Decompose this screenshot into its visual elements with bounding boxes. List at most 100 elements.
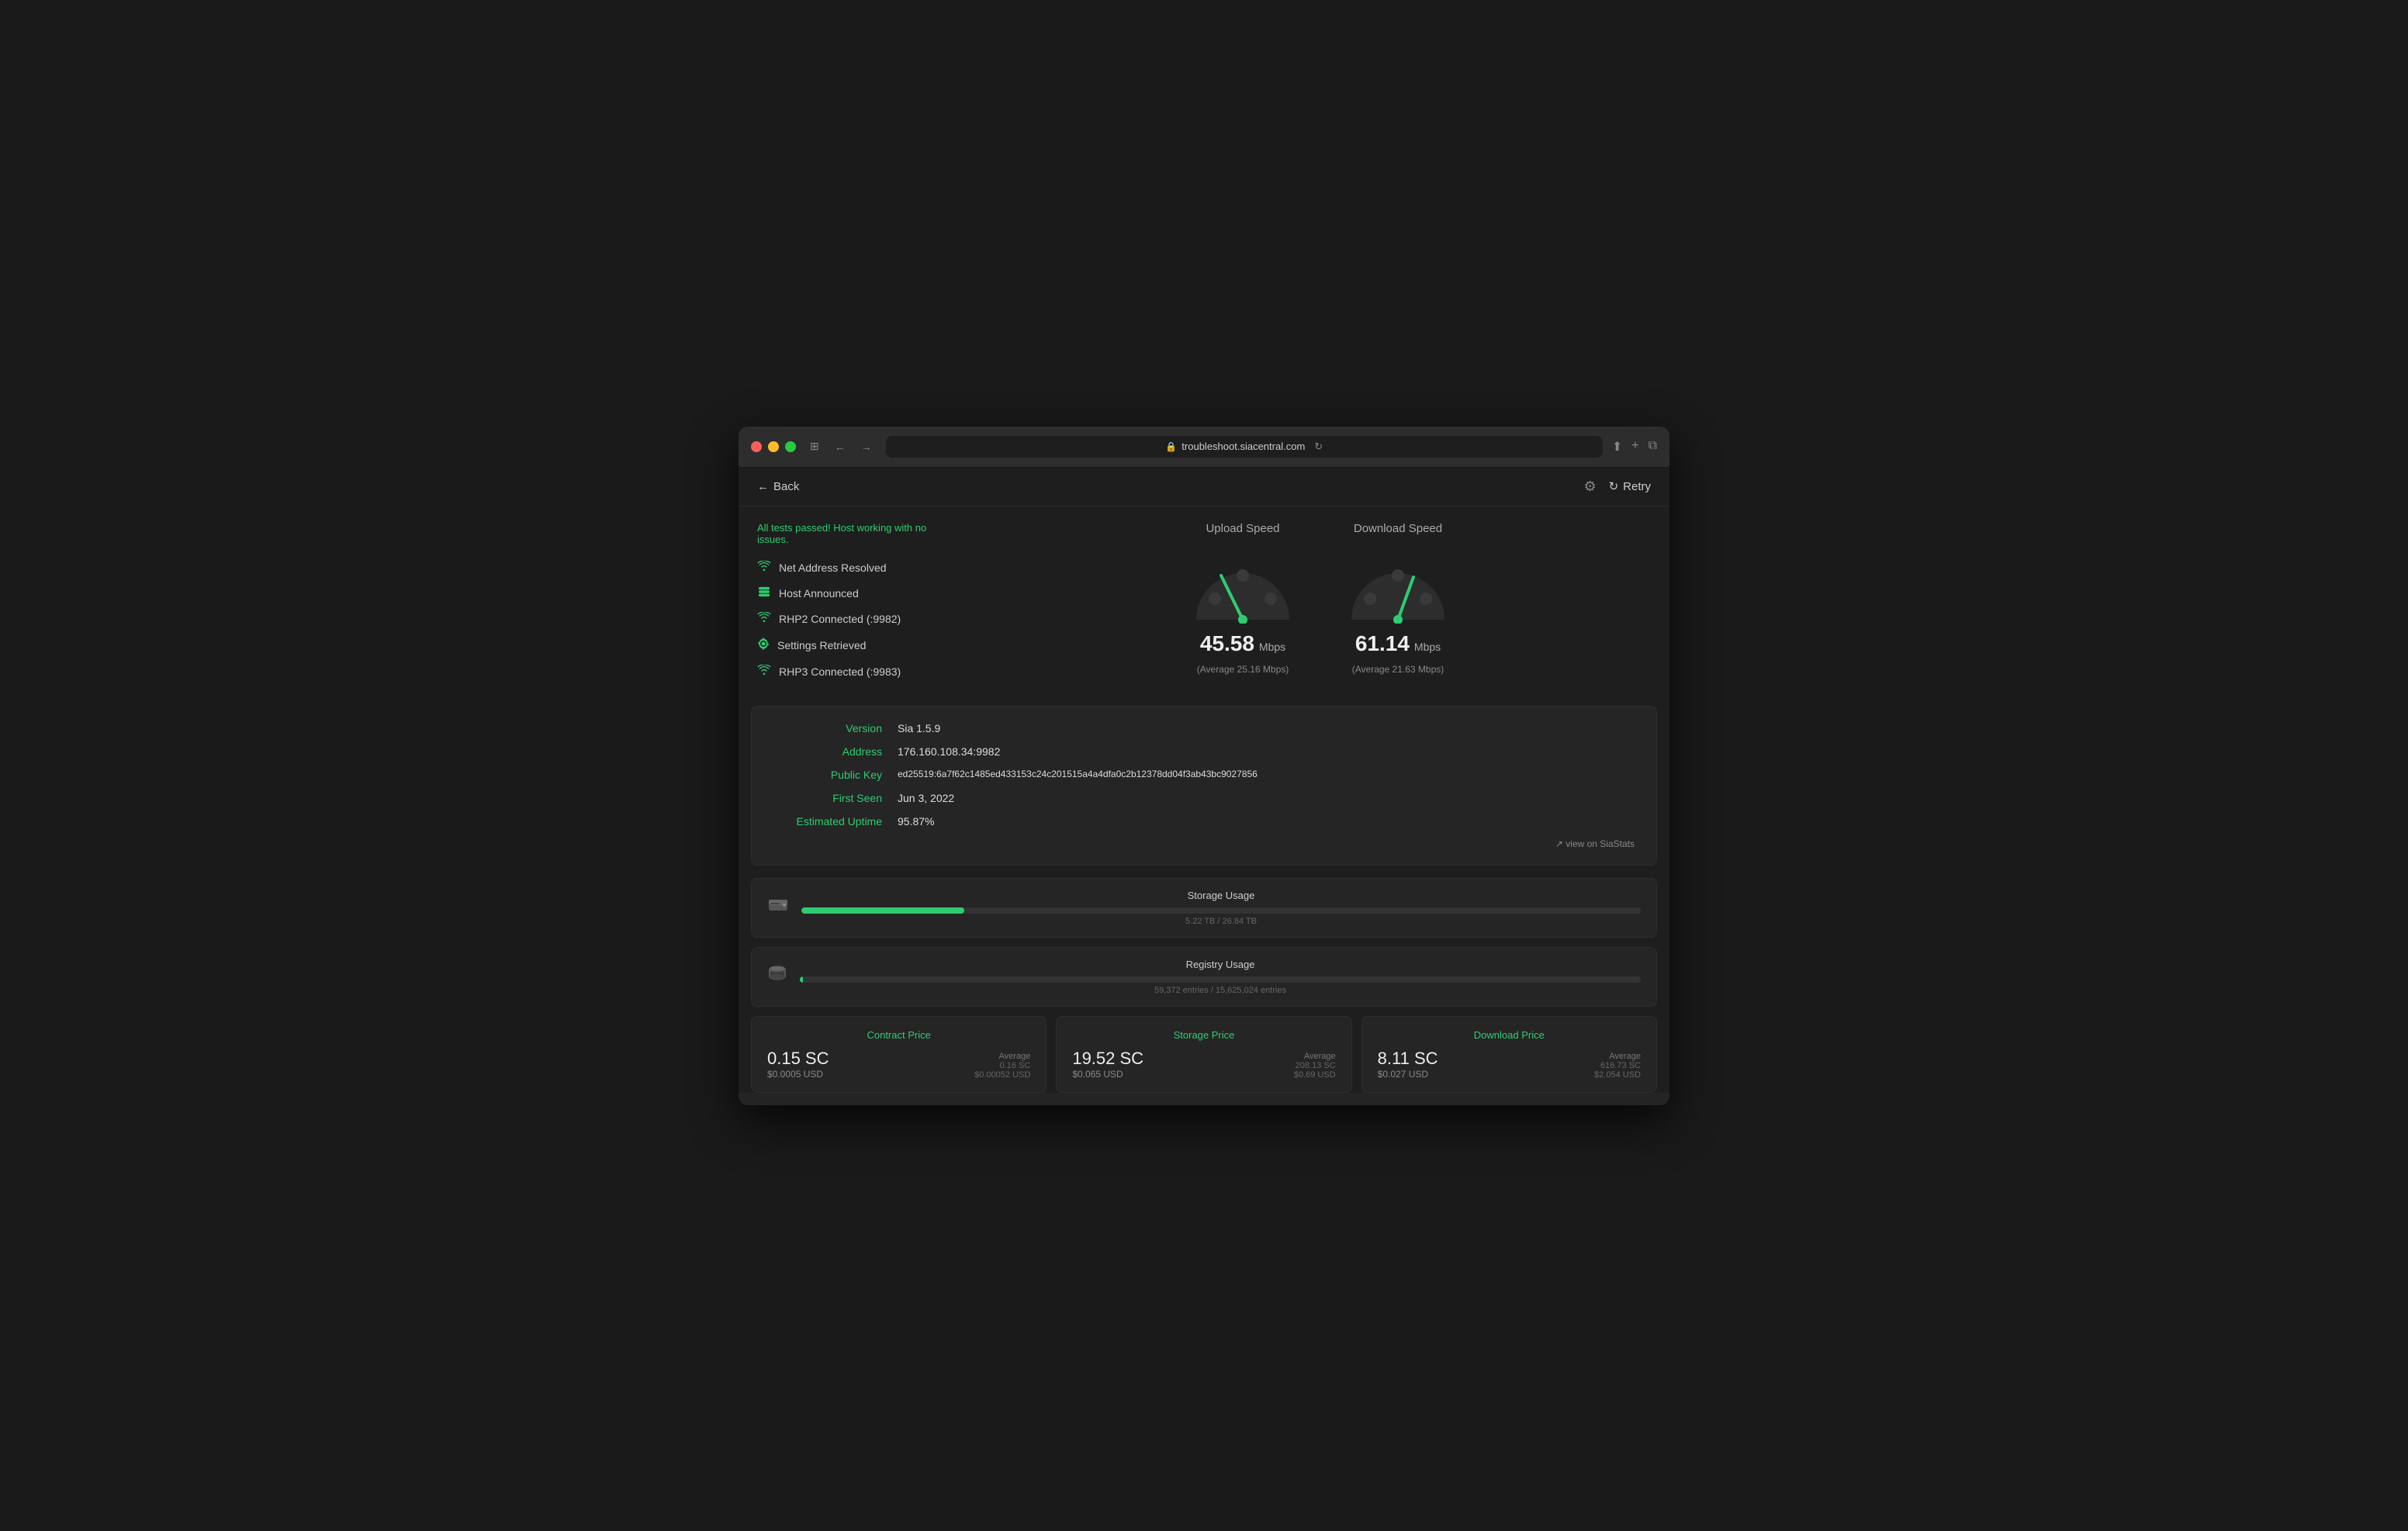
storage-price-body: 19.52 SC $0.065 USD Average 208.13 SC $0… <box>1072 1049 1335 1080</box>
download-avg-label: Average <box>1609 1052 1641 1061</box>
contract-price-card: Contract Price 0.15 SC $0.0005 USD Avera… <box>751 1016 1047 1093</box>
upload-speed-value: 45.58 <box>1200 631 1254 656</box>
download-price-title: Download Price <box>1378 1029 1641 1041</box>
address-row: Address 176.160.108.34:9982 <box>773 745 1635 758</box>
contract-price-sc: 0.15 SC <box>767 1049 829 1069</box>
minimize-button[interactable] <box>768 441 779 452</box>
siastats-link[interactable]: ↗ view on SiaStats <box>773 838 1635 849</box>
download-avg-sc: 616.73 SC <box>1600 1061 1641 1070</box>
storage-usage-content: Storage Usage 5.22 TB / 26.84 TB <box>801 890 1641 926</box>
pubkey-value: ed25519:6a7f62c1485ed433153c24c201515a4a… <box>898 769 1258 781</box>
wifi-icon-2 <box>757 612 771 627</box>
uptime-row: Estimated Uptime 95.87% <box>773 815 1635 828</box>
check-item-settings: Settings Retrieved <box>757 638 953 654</box>
version-row: Version Sia 1.5.9 <box>773 722 1635 734</box>
storage-price-card: Storage Price 19.52 SC $0.065 USD Averag… <box>1056 1016 1351 1093</box>
check-label-settings: Settings Retrieved <box>777 639 866 651</box>
firstseen-row: First Seen Jun 3, 2022 <box>773 792 1635 804</box>
storage-price-avg: Average 208.13 SC $0.69 USD <box>1294 1052 1336 1080</box>
contract-avg-label: Average <box>999 1052 1031 1061</box>
browser-chrome: ⊞ ← → 🔒 troubleshoot.siacentral.com ↻ ⬆ … <box>739 427 1669 468</box>
wifi-icon-3 <box>757 665 771 679</box>
pubkey-label: Public Key <box>773 769 898 781</box>
reload-icon[interactable]: ↻ <box>1314 441 1323 453</box>
window-control-icon[interactable]: ⊞ <box>805 438 824 454</box>
contract-avg-sc: 0.16 SC <box>1000 1061 1031 1070</box>
storage-avg-sc: 208.13 SC <box>1296 1061 1336 1070</box>
registry-usage-content: Registry Usage 59,372 entries / 15,625,0… <box>800 959 1641 995</box>
upload-speed-panel: Upload Speed <box>1181 522 1305 690</box>
version-label: Version <box>773 722 898 734</box>
hdd-icon <box>767 897 789 918</box>
stack-icon-1 <box>757 586 771 601</box>
download-price-sc: 8.11 SC <box>1378 1049 1438 1069</box>
check-item-net-address: Net Address Resolved <box>757 561 953 575</box>
price-cards: Contract Price 0.15 SC $0.0005 USD Avera… <box>751 1016 1657 1093</box>
contract-price-usd: $0.0005 USD <box>767 1069 829 1080</box>
contract-price-title: Contract Price <box>767 1029 1030 1041</box>
check-label-net-address: Net Address Resolved <box>779 562 887 574</box>
storage-price-main: 19.52 SC $0.065 USD <box>1072 1049 1143 1080</box>
back-button[interactable]: ← Back <box>757 480 799 493</box>
storage-avg-label: Average <box>1304 1052 1336 1061</box>
db-icon <box>767 965 787 988</box>
download-price-usd: $0.027 USD <box>1378 1069 1438 1080</box>
lock-icon: 🔒 <box>1165 441 1177 452</box>
storage-usage-bar-fill <box>801 907 964 914</box>
address-label: Address <box>773 745 898 758</box>
uptime-value: 95.87% <box>898 815 934 828</box>
retry-button[interactable]: ↻ Retry <box>1609 479 1651 493</box>
download-price-body: 8.11 SC $0.027 USD Average 616.73 SC $2.… <box>1378 1049 1641 1080</box>
top-bar-right: ⚙ ↻ Retry <box>1583 479 1651 495</box>
check-label-host-announced: Host Announced <box>779 587 859 600</box>
main-area: All tests passed! Host working with no i… <box>739 506 1669 706</box>
wifi-icon-1 <box>757 561 771 575</box>
speed-panels: Upload Speed <box>971 506 1669 706</box>
storage-price-sc: 19.52 SC <box>1072 1049 1143 1069</box>
tab-overview-icon[interactable]: ⧉ <box>1649 439 1657 454</box>
registry-usage-section: Registry Usage 59,372 entries / 15,625,0… <box>751 947 1657 1007</box>
traffic-lights <box>751 441 796 452</box>
registry-usage-bar-fill <box>800 976 803 983</box>
contract-avg-usd: $0.00052 USD <box>974 1070 1030 1080</box>
share-icon[interactable]: ⬆ <box>1612 439 1622 454</box>
storage-usage-title: Storage Usage <box>801 890 1641 901</box>
upload-speed-avg: (Average 25.16 Mbps) <box>1197 664 1289 675</box>
new-tab-icon[interactable]: + <box>1631 439 1638 454</box>
firstseen-label: First Seen <box>773 792 898 804</box>
download-price-avg: Average 616.73 SC $2.054 USD <box>1594 1052 1641 1080</box>
back-label: Back <box>773 480 799 493</box>
address-bar[interactable]: 🔒 troubleshoot.siacentral.com ↻ <box>886 436 1603 458</box>
back-nav-icon[interactable]: ← <box>830 439 850 454</box>
download-avg-usd: $2.054 USD <box>1594 1070 1641 1080</box>
forward-nav-icon[interactable]: → <box>856 439 877 454</box>
browser-controls: ⊞ ← → <box>805 438 877 454</box>
firstseen-value: Jun 3, 2022 <box>898 792 954 804</box>
url-text: troubleshoot.siacentral.com <box>1182 441 1305 452</box>
page-content: ← Back ⚙ ↻ Retry All tests passed! Host … <box>739 468 1669 1093</box>
registry-usage-bar-bg <box>800 976 1641 983</box>
upload-speed-title: Upload Speed <box>1206 522 1279 535</box>
siastats-label: view on SiaStats <box>1566 838 1635 849</box>
uptime-label: Estimated Uptime <box>773 815 898 828</box>
download-speed-unit: Mbps <box>1414 641 1441 653</box>
download-speed-value: 61.14 <box>1355 631 1410 656</box>
fullscreen-button[interactable] <box>785 441 796 452</box>
address-value: 176.160.108.34:9982 <box>898 745 1000 758</box>
pubkey-row: Public Key ed25519:6a7f62c1485ed433153c2… <box>773 769 1635 781</box>
contract-price-avg: Average 0.16 SC $0.00052 USD <box>974 1052 1030 1080</box>
version-value: Sia 1.5.9 <box>898 722 940 734</box>
storage-usage-bar-bg <box>801 907 1641 914</box>
top-bar: ← Back ⚙ ↻ Retry <box>739 468 1669 506</box>
registry-usage-title: Registry Usage <box>800 959 1641 970</box>
storage-price-title: Storage Price <box>1072 1029 1335 1041</box>
upload-speed-unit: Mbps <box>1259 641 1285 653</box>
download-speed-panel: Download Speed 61.14 <box>1336 522 1460 690</box>
contract-price-body: 0.15 SC $0.0005 USD Average 0.16 SC $0.0… <box>767 1049 1030 1080</box>
download-speed-title: Download Speed <box>1354 522 1442 535</box>
check-item-host-announced: Host Announced <box>757 586 953 601</box>
close-button[interactable] <box>751 441 762 452</box>
settings-icon[interactable]: ⚙ <box>1583 479 1596 495</box>
browser-actions: ⬆ + ⧉ <box>1612 439 1657 454</box>
storage-usage-section: Storage Usage 5.22 TB / 26.84 TB <box>751 878 1657 938</box>
